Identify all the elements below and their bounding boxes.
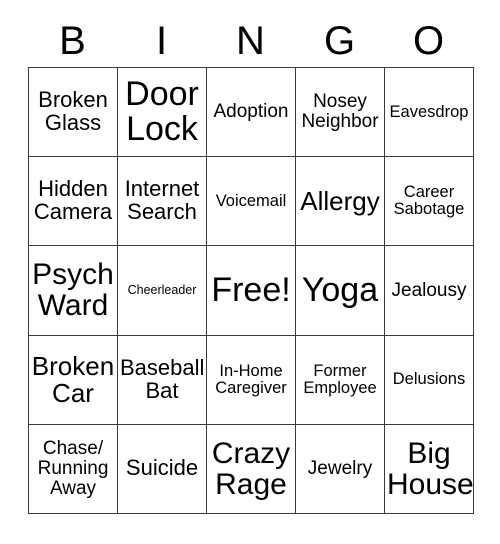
bingo-cell[interactable]: Delusions <box>384 334 474 425</box>
bingo-header: B I N G O <box>28 16 473 66</box>
bingo-cell[interactable]: Eavesdrop <box>384 66 474 158</box>
bingo-header-letter-o: O <box>412 19 445 63</box>
bingo-cell[interactable]: Career Sabotage <box>384 156 474 247</box>
bingo-cell[interactable]: Nosey Neighbor <box>295 66 385 158</box>
bingo-row: Broken Glass Door Lock Adoption Nosey Ne… <box>28 66 474 158</box>
bingo-cell[interactable]: Hidden Camera <box>28 156 118 247</box>
bingo-cell[interactable]: Chase/ Running Away <box>28 423 118 514</box>
bingo-cell[interactable]: Baseball Bat <box>117 334 207 425</box>
bingo-grid: Broken Glass Door Lock Adoption Nosey Ne… <box>28 66 474 514</box>
bingo-row: Hidden Camera Internet Search Voicemail … <box>28 156 474 247</box>
bingo-cell[interactable]: Broken Car <box>28 334 118 425</box>
bingo-cell[interactable]: Voicemail <box>206 156 296 247</box>
bingo-header-letter-n: N <box>236 19 265 63</box>
bingo-header-letter-b: B <box>59 19 86 63</box>
bingo-cell-free-space[interactable]: Free! <box>206 245 296 336</box>
bingo-cell[interactable]: Yoga <box>295 245 385 336</box>
bingo-cell[interactable]: Broken Glass <box>28 66 118 158</box>
bingo-row: Broken Car Baseball Bat In-Home Caregive… <box>28 334 474 425</box>
bingo-header-letter-g: G <box>323 19 356 63</box>
bingo-row: Psych Ward Cheerleader Free! Yoga Jealou… <box>28 245 474 336</box>
bingo-cell[interactable]: Former Employee <box>295 334 385 425</box>
bingo-cell[interactable]: Jewelry <box>295 423 385 514</box>
bingo-cell[interactable]: In-Home Caregiver <box>206 334 296 425</box>
bingo-cell[interactable]: Cheerleader <box>117 245 207 336</box>
bingo-cell[interactable]: Door Lock <box>117 66 207 158</box>
bingo-header-letter-i: I <box>155 19 168 63</box>
bingo-cell[interactable]: Adoption <box>206 66 296 158</box>
bingo-cell[interactable]: Big House <box>384 423 474 514</box>
bingo-card: B I N G O Broken Glass Door Lock Adoptio… <box>0 0 500 544</box>
bingo-cell[interactable]: Jealousy <box>384 245 474 336</box>
bingo-cell[interactable]: Allergy <box>295 156 385 247</box>
bingo-row: Chase/ Running Away Suicide Crazy Rage J… <box>28 423 474 514</box>
bingo-cell[interactable]: Psych Ward <box>28 245 118 336</box>
bingo-cell[interactable]: Suicide <box>117 423 207 514</box>
bingo-cell[interactable]: Internet Search <box>117 156 207 247</box>
bingo-cell[interactable]: Crazy Rage <box>206 423 296 514</box>
